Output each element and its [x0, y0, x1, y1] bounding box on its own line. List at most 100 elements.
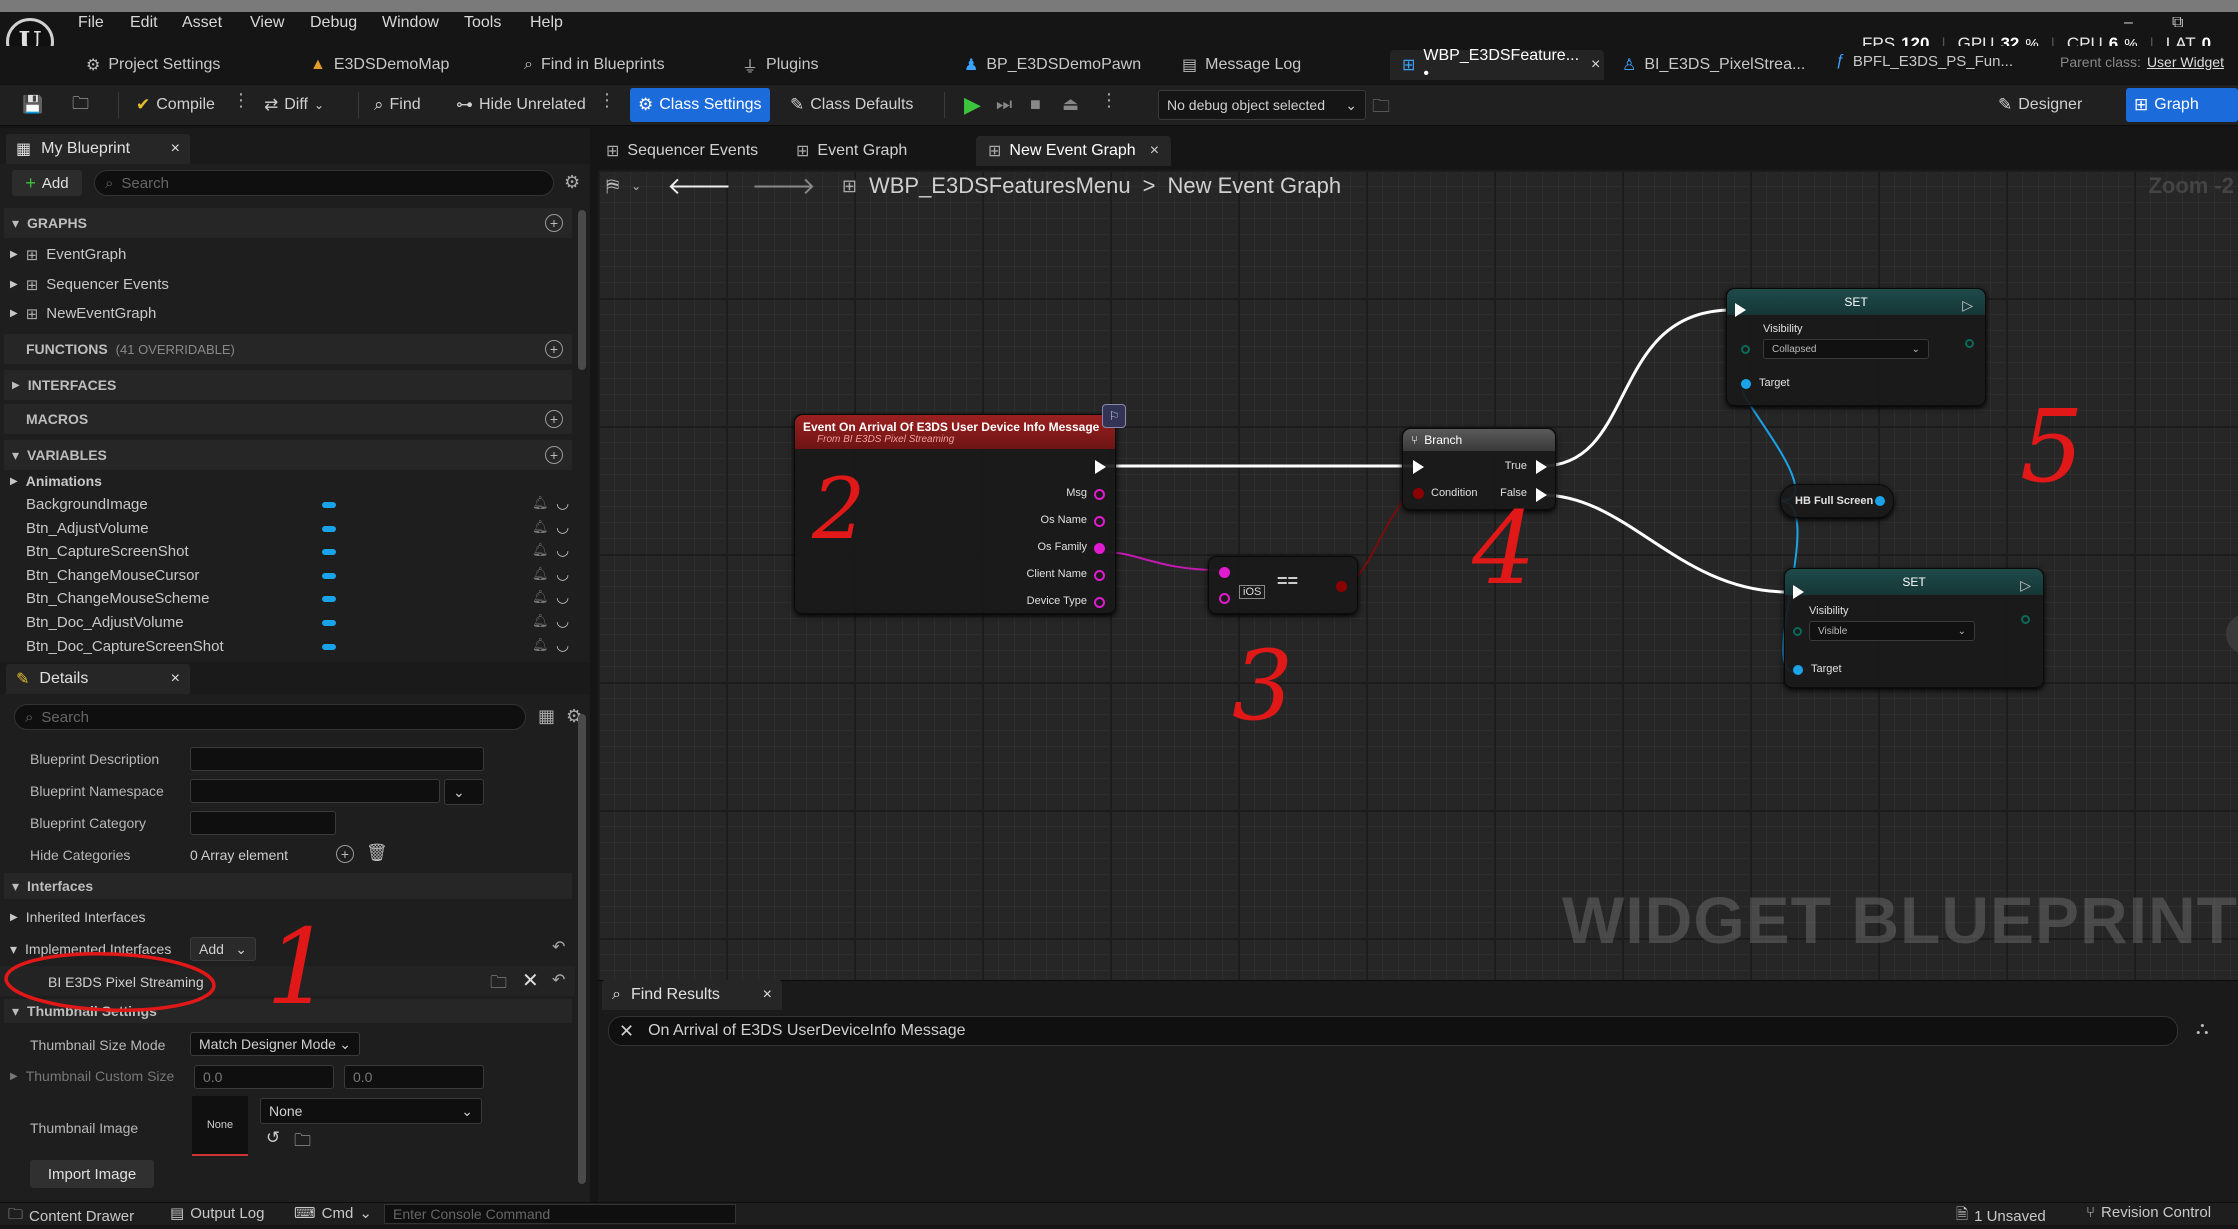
menu-file[interactable]: File: [78, 14, 104, 32]
graph-mode-button[interactable]: ⊞ Graph: [2126, 88, 2238, 122]
my-blueprint-search[interactable]: ⌕ Search: [94, 170, 554, 196]
eye-icon[interactable]: ◡: [556, 612, 569, 630]
bell-icon[interactable]: 🔔︎: [532, 519, 549, 535]
close-icon[interactable]: ×: [1150, 142, 1159, 160]
output-log-button[interactable]: ▤ Output Log: [170, 1204, 264, 1223]
variable-item[interactable]: BackgroundImage 🔔︎ ◡: [0, 494, 575, 517]
tab-e3ds-demo-map[interactable]: ▲ E3DSDemoMap: [298, 50, 461, 80]
graph-item-neweventgraph[interactable]: ▶ ⊞ NewEventGraph: [10, 299, 156, 328]
tab-bpfl-e3ds-ps[interactable]: ƒ BPFL_E3DS_PS_Fun...: [1824, 46, 2025, 76]
play-icon[interactable]: ▶: [964, 92, 981, 118]
forward-arrow-icon[interactable]: 🡒: [752, 171, 816, 201]
set-exec-out-pin[interactable]: ▷: [1962, 297, 1973, 314]
exec-out-pin[interactable]: [1095, 460, 1106, 474]
variable-item[interactable]: Btn_Doc_AdjustVolume 🔔︎ ◡: [0, 612, 575, 635]
hide-unrelated-button[interactable]: ⊶ Hide Unrelated: [448, 88, 594, 122]
table-view-icon[interactable]: ▦: [538, 706, 555, 727]
hb-full-screen-pin[interactable]: [1875, 496, 1885, 506]
back-arrow-icon[interactable]: 🡐: [667, 171, 731, 201]
revision-control-button[interactable]: ⑂ Revision Control: [2086, 1204, 2211, 1221]
tab-new-event-graph[interactable]: ⊞ New Event Graph ×: [976, 136, 1172, 166]
thumbnail-size-mode-select[interactable]: Match Designer Mode ⌄: [190, 1032, 360, 1056]
class-settings-button[interactable]: ⚙ Class Settings: [630, 88, 770, 122]
find-in-all-icon[interactable]: ⛬: [2196, 1018, 2209, 1039]
more-options-icon[interactable]: ⋮: [598, 90, 616, 111]
designer-mode-button[interactable]: ✎ Designer: [1990, 88, 2090, 122]
add-element-icon[interactable]: +: [336, 845, 354, 863]
menu-tools[interactable]: Tools: [464, 14, 501, 32]
set-exec-out-pin[interactable]: ▷: [2020, 577, 2031, 594]
minimize-icon[interactable]: –: [2124, 14, 2133, 32]
add-macro-icon[interactable]: +: [545, 410, 563, 428]
ios-literal[interactable]: iOS: [1239, 585, 1266, 599]
browse-icon[interactable]: 🗀: [490, 970, 507, 999]
tab-sequencer-events[interactable]: ⊞ Sequencer Events: [594, 136, 770, 166]
custom-size-x[interactable]: 0.0: [194, 1065, 334, 1089]
equal-node[interactable]: iOS ==: [1208, 556, 1358, 614]
browse-button[interactable]: 🗀: [64, 88, 97, 122]
visibility-select[interactable]: Visible ⌄: [1809, 621, 1975, 641]
interfaces-details-section[interactable]: ▾ Interfaces: [4, 873, 572, 899]
trash-icon[interactable]: 🗑: [366, 843, 388, 863]
branch-exec-in-pin[interactable]: [1413, 460, 1424, 474]
stop-icon[interactable]: ■: [1030, 94, 1041, 115]
blueprint-description-field[interactable]: [190, 747, 484, 771]
visibility-select[interactable]: Collapsed ⌄: [1763, 339, 1929, 359]
menu-debug[interactable]: Debug: [310, 14, 357, 32]
tab-my-blueprint[interactable]: ▦ My Blueprint ×: [6, 134, 190, 164]
variables-section[interactable]: ▾ VARIABLES: [4, 440, 572, 470]
eye-icon[interactable]: ◡: [556, 541, 569, 559]
macros-section[interactable]: MACROS: [4, 404, 572, 434]
blueprint-category-field[interactable]: [190, 811, 336, 835]
tab-details[interactable]: ✎ Details ×: [6, 664, 190, 694]
set-exec-in-pin[interactable]: [1735, 303, 1746, 317]
close-icon[interactable]: ×: [171, 140, 180, 158]
breadcrumb-graph[interactable]: New Event Graph: [1167, 173, 1341, 199]
visibility-out-pin[interactable]: [1965, 339, 1974, 348]
target-pin[interactable]: [1793, 665, 1803, 675]
variable-item[interactable]: Btn_ChangeMouseScheme 🔔︎ ◡: [0, 588, 575, 611]
graph-item-eventgraph[interactable]: ▶ ⊞ EventGraph: [10, 240, 126, 269]
variable-item[interactable]: Btn_ChangeMouseCursor 🔔︎ ◡: [0, 565, 575, 588]
tab-plugins[interactable]: ⏚ Plugins: [730, 50, 831, 80]
add-button[interactable]: + Add: [12, 170, 82, 196]
os-family-pin[interactable]: [1094, 543, 1105, 554]
tab-find-in-blueprints[interactable]: ⌕ Find in Blueprints: [512, 50, 677, 80]
bell-icon[interactable]: 🔔︎: [532, 637, 549, 653]
menu-edit[interactable]: Edit: [130, 14, 158, 32]
tab-message-log[interactable]: ▤ Message Log: [1170, 50, 1313, 80]
bookmark-icon[interactable]: ⛿: [606, 176, 619, 197]
parent-class-link[interactable]: User Widget: [2147, 54, 2224, 70]
bell-icon[interactable]: 🔔︎: [532, 495, 549, 511]
debug-browse-icon[interactable]: 🗀: [1372, 94, 1390, 124]
hb-full-screen-node[interactable]: HB Full Screen: [1780, 484, 1894, 518]
import-image-button[interactable]: Import Image: [30, 1160, 154, 1188]
bell-icon[interactable]: 🔔︎: [532, 542, 549, 558]
false-exec-pin[interactable]: [1536, 488, 1547, 502]
visibility-pin[interactable]: [1793, 627, 1802, 636]
equal-input-b-pin[interactable]: [1219, 593, 1230, 604]
inherited-interfaces-row[interactable]: ▶ Inherited Interfaces: [10, 903, 146, 931]
graphs-section[interactable]: ▾ GRAPHS: [4, 208, 572, 238]
visibility-out-pin[interactable]: [2021, 615, 2030, 624]
eject-icon[interactable]: ⏏: [1062, 94, 1079, 115]
add-graph-icon[interactable]: +: [545, 214, 563, 232]
eye-icon[interactable]: ◡: [556, 565, 569, 583]
unsaved-button[interactable]: 🗎 1 Unsaved: [1956, 1204, 2046, 1229]
bell-icon[interactable]: 🔔︎: [532, 566, 549, 582]
equal-output-pin[interactable]: [1336, 581, 1347, 592]
set-exec-in-pin[interactable]: [1793, 585, 1804, 599]
find-button[interactable]: ⌕ Find: [366, 88, 429, 122]
variable-item[interactable]: Btn_AdjustVolume 🔔︎ ◡: [0, 518, 575, 541]
variable-item[interactable]: Btn_CaptureScreenShot 🔔︎ ◡: [0, 541, 575, 564]
details-search[interactable]: ⌕ Search: [14, 704, 526, 730]
close-icon[interactable]: ×: [171, 670, 180, 688]
browse-icon[interactable]: 🗀: [294, 1128, 311, 1157]
equal-input-a-pin[interactable]: [1219, 567, 1230, 578]
menu-view[interactable]: View: [250, 14, 284, 32]
tab-bp-e3ds-demo-pawn[interactable]: ♟ BP_E3DSDemoPawn: [952, 50, 1153, 80]
os-name-pin[interactable]: [1094, 516, 1105, 527]
functions-section[interactable]: FUNCTIONS (41 OVERRIDABLE): [4, 334, 572, 364]
add-variable-icon[interactable]: +: [545, 446, 563, 464]
eye-icon[interactable]: ◡: [556, 494, 569, 512]
